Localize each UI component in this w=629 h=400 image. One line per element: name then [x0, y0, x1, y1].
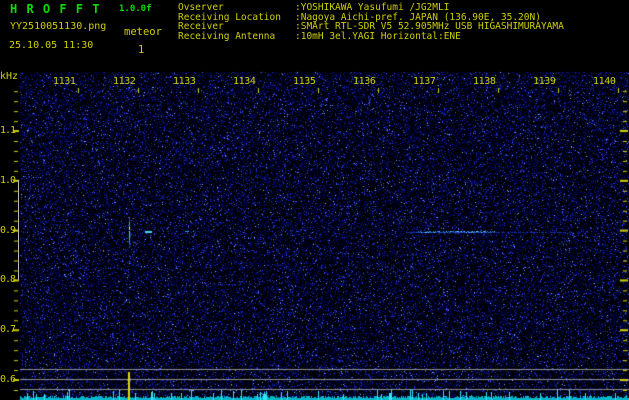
app-title: H R O F F T — [10, 2, 101, 16]
time-tick-label: 1133 — [173, 76, 196, 87]
mode-label: meteor — [124, 26, 162, 38]
station-row-value: :10mH 3el.YAGI Horizontal:ENE — [295, 30, 461, 42]
app-version: 1.0.0f — [119, 4, 152, 14]
freq-tick-label: 1.1 — [0, 125, 16, 136]
time-tick-label: 1134 — [233, 76, 256, 87]
station-info: Ovserver:YOSHIKAWA Yasufumi /JG2MLI Recei… — [178, 3, 564, 41]
time-tick-label: 1139 — [533, 76, 556, 87]
time-tick-label: 1138 — [473, 76, 496, 87]
time-tick-label: 1132 — [113, 76, 136, 87]
time-tick-label: 1135 — [293, 76, 316, 87]
hrofft-window: H R O F F T 1.0.0f YY2510051130.png mete… — [0, 0, 629, 400]
station-row: Receiving Antenna :10mH 3el.YAGI Horizont… — [178, 32, 564, 42]
station-row-label: Receiving Antenna — [178, 30, 276, 42]
meteor-count: 1 — [138, 44, 145, 56]
time-tick-label: 1137 — [413, 76, 436, 87]
datetime-label: 25.10.05 11:30 — [9, 40, 94, 51]
spectrogram-canvas — [0, 0, 629, 400]
count-range-marker — [18, 180, 19, 280]
time-tick-label: 1131 — [53, 76, 76, 87]
freq-tick-label: 1.0 — [0, 175, 16, 186]
freq-tick-label: 0.8 — [0, 274, 16, 285]
time-tick-label: 1136 — [353, 76, 376, 87]
freq-tick-label: 0.7 — [0, 324, 16, 335]
freq-tick-label: 0.6 — [0, 374, 16, 385]
freq-axis-unit: kHz — [0, 71, 19, 82]
time-tick-label: 1140 — [593, 76, 616, 87]
freq-tick-label: 0.9 — [0, 225, 16, 236]
output-filename: YY2510051130.png — [10, 21, 107, 32]
